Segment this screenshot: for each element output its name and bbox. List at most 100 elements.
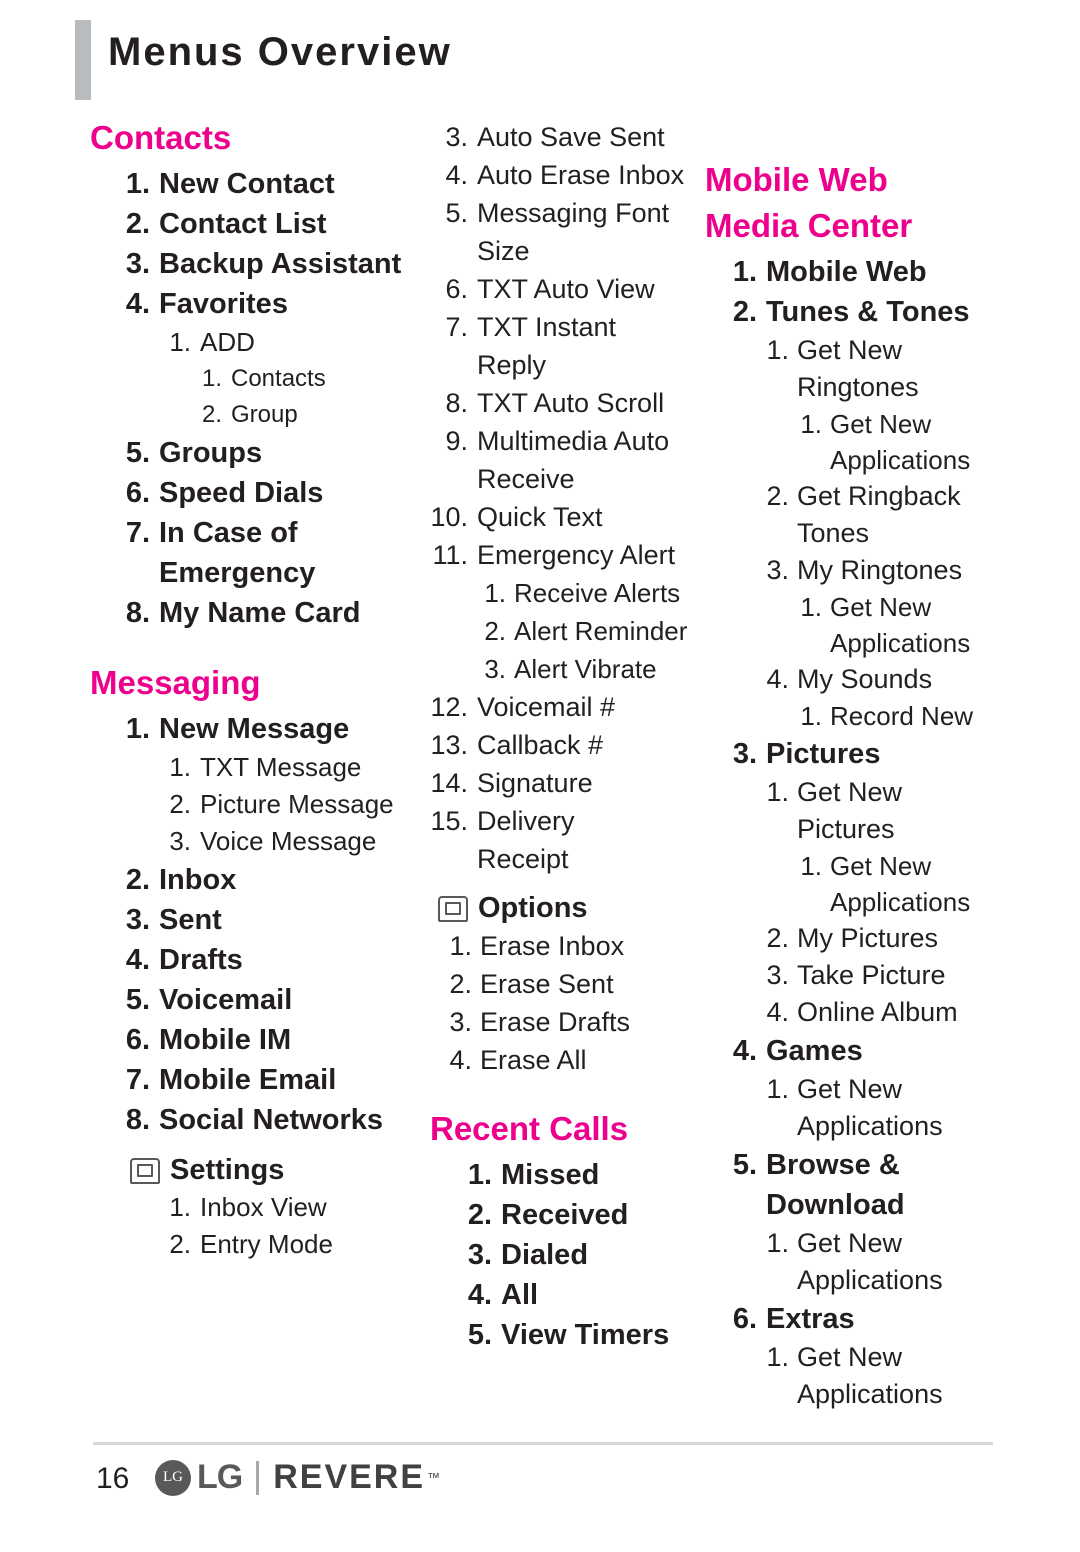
list-item[interactable]: 3. Erase Drafts <box>448 1003 705 1041</box>
item-label-cont: Applications <box>797 1111 943 1141</box>
list-item[interactable]: 1. Record New <box>800 698 1005 734</box>
list-item[interactable]: 3. My Ringtones <box>765 552 1005 589</box>
item-label: New Contact <box>159 168 335 200</box>
item-label: Inbox View <box>200 1192 327 1222</box>
list-item[interactable]: 8. TXT Auto Scroll <box>430 384 705 422</box>
list-item[interactable]: 1. Receive Alerts <box>482 574 705 612</box>
item-label-text: Get New <box>797 1342 903 1372</box>
list-item[interactable]: 5. Voicemail <box>122 980 425 1020</box>
item-label: Groups <box>159 437 263 469</box>
item-number: 1. <box>766 777 789 807</box>
list-item[interactable]: 8. My Name Card <box>122 593 425 633</box>
item-number: 2. <box>125 864 150 896</box>
list-item[interactable]: 2. Received <box>464 1195 705 1235</box>
list-item[interactable]: 2. Tunes & Tones <box>729 292 1005 332</box>
list-item[interactable]: 12. Voicemail # <box>430 688 705 726</box>
list-item[interactable]: 1. Contacts <box>200 361 425 397</box>
list-item[interactable]: 6. Speed Dials <box>122 473 425 513</box>
list-item[interactable]: 5. Browse & Download <box>729 1145 1005 1225</box>
list-item[interactable]: 2. Group <box>200 397 425 433</box>
list-item[interactable]: 3. Sent <box>122 900 425 940</box>
list-item[interactable]: 13. Callback # <box>430 726 705 764</box>
list-item[interactable]: 1. Get New Applications <box>765 1071 1005 1145</box>
list-item[interactable]: 3. Backup Assistant <box>122 244 425 284</box>
item-label: Auto Erase Inbox <box>477 160 685 190</box>
list-item[interactable]: 3. Dialed <box>464 1235 705 1275</box>
item-number: 6. <box>445 274 468 304</box>
brand-name: LG <box>197 1458 243 1496</box>
list-item[interactable]: 5. Messaging Font Size <box>430 194 705 270</box>
list-item[interactable]: 1. Get New Applications <box>800 406 1005 478</box>
item-label-cont: Download <box>766 1189 905 1221</box>
list-item[interactable]: 4. My Sounds <box>765 661 1005 698</box>
list-item[interactable]: 4. Drafts <box>122 940 425 980</box>
list-item[interactable]: 15. Delivery Receipt <box>430 802 705 878</box>
column-one: Contacts 1. New Contact 2. Contact List … <box>90 118 425 1263</box>
list-item[interactable]: 1. Get New Ringtones <box>765 332 1005 406</box>
list-item[interactable]: 3. Pictures <box>729 734 1005 774</box>
item-number: 6. <box>125 477 150 509</box>
list-item[interactable]: 2. Get Ringback Tones <box>765 478 1005 552</box>
item-number: 1. <box>449 931 472 961</box>
list-item[interactable]: 1. Missed <box>464 1155 705 1195</box>
settings-heading: Settings <box>130 1154 425 1187</box>
list-item[interactable]: 2. Inbox <box>122 860 425 900</box>
list-item[interactable]: 1. Get New Applications <box>765 1339 1005 1413</box>
list-item[interactable]: 3. Auto Save Sent <box>430 118 705 156</box>
list-item[interactable]: 7. In Case of Emergency <box>122 513 425 593</box>
list-item[interactable]: 6. TXT Auto View <box>430 270 705 308</box>
list-item[interactable]: 2. Alert Reminder <box>482 612 705 650</box>
item-label-cont: Applications <box>830 445 971 475</box>
item-number: 8. <box>125 1104 150 1136</box>
list-item[interactable]: 4. Erase All <box>448 1041 705 1079</box>
item-number: 7. <box>125 1064 150 1096</box>
list-item[interactable]: 1. Get New Applications <box>800 848 1005 920</box>
list-item[interactable]: 1. Get New Pictures <box>765 774 1005 848</box>
list-item[interactable]: 4. Games <box>729 1031 1005 1071</box>
item-label-text: Browse & <box>766 1149 900 1181</box>
list-item[interactable]: 6. Mobile IM <box>122 1020 425 1060</box>
item-number: 13. <box>430 730 468 760</box>
list-item[interactable]: 7. TXT Instant Reply <box>430 308 705 384</box>
list-item[interactable]: 7. Mobile Email <box>122 1060 425 1100</box>
page-header: Menus Overview <box>0 0 1080 112</box>
list-item[interactable]: 14. Signature <box>430 764 705 802</box>
list-item[interactable]: 1. Get New Applications <box>765 1225 1005 1299</box>
item-label: TXT Auto Scroll <box>477 388 665 418</box>
item-label: In Case of Emergency <box>159 513 425 593</box>
list-item[interactable]: 2. My Pictures <box>765 920 1005 957</box>
list-item[interactable]: 6. Extras <box>729 1299 1005 1339</box>
list-item[interactable]: 1. ADD <box>165 324 425 361</box>
item-label-text: Messaging Font <box>477 198 670 228</box>
item-label: Receive Alerts <box>514 578 681 608</box>
list-item[interactable]: 4. Auto Erase Inbox <box>430 156 705 194</box>
item-number: 1. <box>169 752 191 782</box>
list-item[interactable]: 3. Take Picture <box>765 957 1005 994</box>
list-item[interactable]: 5. View Timers <box>464 1315 705 1355</box>
list-item[interactable]: 1. Mobile Web <box>729 252 1005 292</box>
list-item[interactable]: 1. New Message <box>122 709 425 749</box>
list-item[interactable]: 3. Alert Vibrate <box>482 650 705 688</box>
list-item[interactable]: 5. Groups <box>122 433 425 473</box>
list-item[interactable]: 9. Multimedia Auto Receive <box>430 422 705 498</box>
list-item[interactable]: 1. New Contact <box>122 164 425 204</box>
list-item[interactable]: 3. Voice Message <box>165 823 425 860</box>
list-item[interactable]: 1. Get New Applications <box>800 589 1005 661</box>
item-label: Auto Save Sent <box>477 122 665 152</box>
list-item[interactable]: 2. Contact List <box>122 204 425 244</box>
list-item[interactable]: 2. Picture Message <box>165 786 425 823</box>
list-item[interactable]: 1. Erase Inbox <box>448 927 705 965</box>
list-item[interactable]: 8. Social Networks <box>122 1100 425 1140</box>
item-label: Callback # <box>477 730 604 760</box>
list-item[interactable]: 2. Entry Mode <box>165 1226 425 1263</box>
list-item[interactable]: 4. All <box>464 1275 705 1315</box>
item-number: 8. <box>125 597 150 629</box>
list-item[interactable]: 4. Online Album <box>765 994 1005 1031</box>
list-item[interactable]: 10. Quick Text <box>430 498 705 536</box>
settings-heading-label: Settings <box>170 1154 285 1186</box>
list-item[interactable]: 2. Erase Sent <box>448 965 705 1003</box>
list-item[interactable]: 11. Emergency Alert <box>430 536 705 574</box>
list-item[interactable]: 1. TXT Message <box>165 749 425 786</box>
list-item[interactable]: 4. Favorites <box>122 284 425 324</box>
list-item[interactable]: 1. Inbox View <box>165 1189 425 1226</box>
